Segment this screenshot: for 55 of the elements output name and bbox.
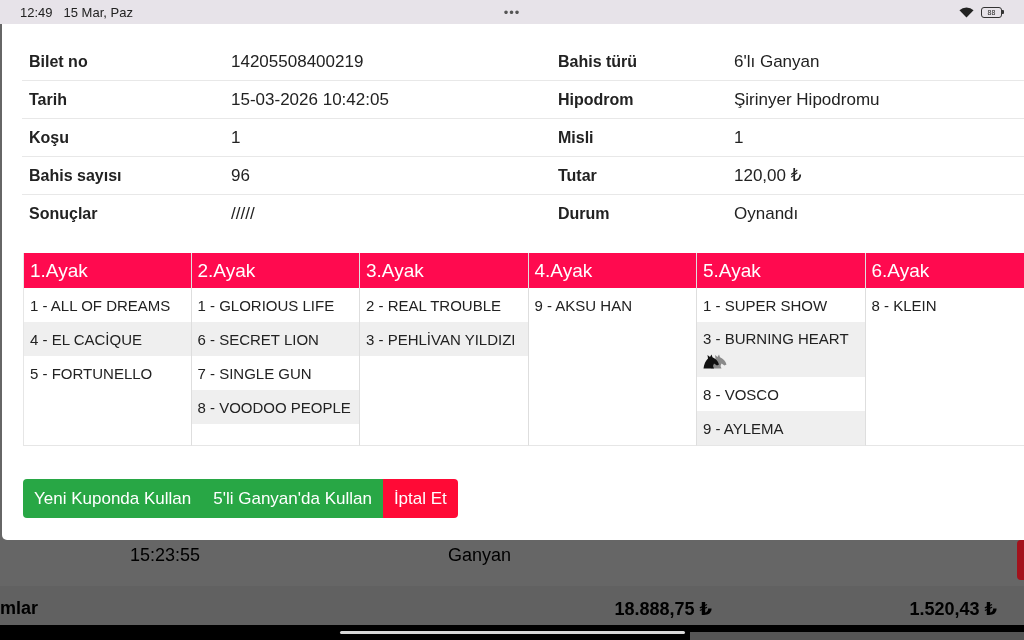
detail-value: 1 — [734, 118, 1024, 156]
detail-label: Bilet no — [28, 51, 89, 72]
detail-label: Koşu — [22, 118, 231, 156]
clock: 12:49 — [20, 4, 53, 20]
leg-header: 2.Ayak — [191, 253, 359, 288]
detail-label: Misli — [558, 118, 734, 156]
bet-type-cell: Ganyan — [448, 544, 512, 566]
detail-value: Oynandı — [734, 194, 1024, 232]
time-cell-text: 15:23:55 — [130, 544, 202, 566]
total-amount: 1.520,43 ₺ — [908, 597, 997, 620]
runner-name: 3 - PEHLİVAN YILDIZI — [366, 330, 517, 348]
window-menu-handle[interactable]: ••• — [503, 4, 521, 20]
date: 15 Mar, Paz — [63, 4, 133, 20]
leg-header: 5.Ayak — [697, 253, 865, 288]
runner-name: 1 - SUPER SHOW — [703, 296, 829, 314]
detail-value: Şirinyer Hipodromu — [734, 80, 1024, 118]
leg-header: 3.Ayak — [360, 253, 528, 288]
runner-name: 8 - VOODOO PEOPLE — [197, 398, 352, 416]
runner-name: 2 - REAL TROUBLE — [366, 296, 503, 314]
runner-name: 7 - SINGLE GUN — [197, 364, 313, 382]
detail-value: 96 — [231, 156, 558, 194]
wifi-icon — [959, 6, 974, 18]
runner-name: 5 - FORTUNELLO — [30, 364, 154, 382]
detail-label: Tutar — [558, 156, 734, 194]
detail-label: Hipodrom — [558, 80, 734, 118]
detail-value: ///// — [231, 194, 558, 232]
detail-label: Durum — [558, 194, 734, 232]
detail-value: 6'lı Ganyan — [734, 50, 821, 73]
detail-value: 14205508400219 — [231, 50, 365, 73]
total-amount: 18.888,75 ₺ — [613, 597, 712, 620]
totals-label: mlar — [0, 598, 40, 619]
detail-value: 120,00 ₺ — [734, 156, 1024, 194]
runner-name: 1 - ALL OF DREAMS — [30, 296, 172, 314]
partial-button[interactable] — [1017, 540, 1024, 580]
action-button[interactable]: Yeni Kuponda Kullan — [23, 479, 203, 518]
runner-name: 4 - EL CACİQUE — [30, 330, 143, 348]
runner-name: 6 - SECRET LION — [197, 330, 320, 348]
action-button[interactable]: İptal Et — [382, 479, 458, 518]
runner-name: 3 - BURNING HEART — [703, 330, 850, 347]
home-indicator[interactable] — [339, 631, 685, 634]
runner-name: 8 - KLEIN — [871, 296, 938, 314]
detail-label: Tarih — [22, 80, 231, 118]
runner-name: 8 - VOSCO — [703, 385, 780, 403]
detail-label: Sonuçlar — [22, 194, 231, 232]
detail-value: 1 — [231, 118, 558, 156]
runner-name: 1 - GLORIOUS LIFE — [197, 296, 336, 314]
action-button[interactable]: 5'li Ganyan'da Kullan — [202, 479, 383, 518]
runner-name: 9 - AYLEMA — [703, 419, 785, 437]
leg-header: 1.Ayak — [24, 253, 191, 288]
leg-header: 4.Ayak — [528, 253, 696, 288]
leg-header: 6.Ayak — [865, 253, 1024, 288]
detail-value: 15-03-2026 10:42:05 — [231, 80, 558, 118]
runner-name: 9 - AKSU HAN — [534, 296, 634, 314]
detail-label: Bahis türü — [558, 51, 639, 72]
detail-label: Bahis sayısı — [22, 156, 231, 194]
